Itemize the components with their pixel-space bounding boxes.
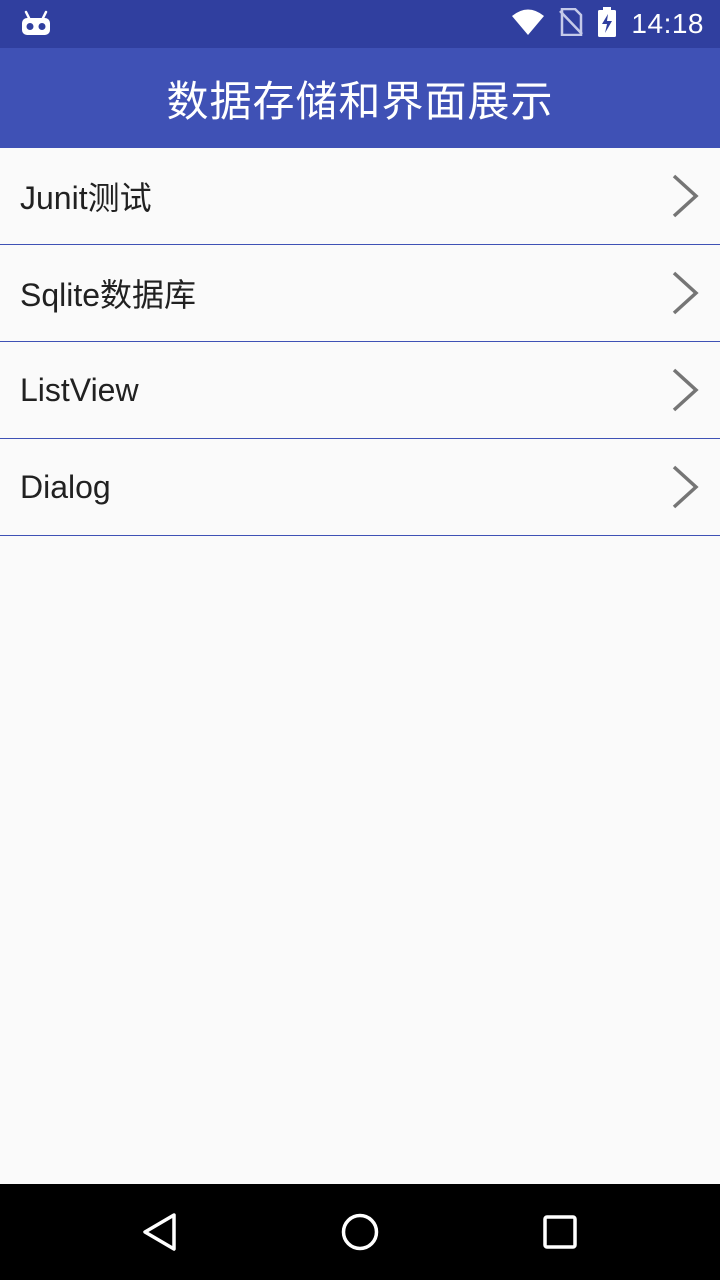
home-icon[interactable] bbox=[340, 1212, 380, 1252]
battery-charging-icon bbox=[597, 7, 617, 41]
status-icons: 14:18 bbox=[511, 0, 704, 48]
wifi-icon bbox=[511, 9, 545, 39]
no-sim-icon bbox=[559, 7, 584, 40]
list-item-label: ListView bbox=[20, 371, 139, 408]
status-bar: 14:18 bbox=[0, 0, 720, 48]
list-item-dialog[interactable]: Dialog bbox=[0, 439, 720, 536]
app-bar: 数据存储和界面展示 bbox=[0, 48, 720, 148]
page-title: 数据存储和界面展示 bbox=[166, 76, 554, 126]
list-item-sqlite[interactable]: Sqlite数据库 bbox=[0, 245, 720, 342]
android-debug-icon bbox=[20, 10, 52, 38]
chevron-right-icon bbox=[668, 270, 702, 316]
recents-icon[interactable] bbox=[540, 1212, 580, 1252]
list-item-label: Dialog bbox=[20, 468, 111, 505]
status-time: 14:18 bbox=[631, 8, 704, 39]
chevron-right-icon bbox=[668, 173, 702, 219]
list-item-listview[interactable]: ListView bbox=[0, 342, 720, 439]
navigation-bar bbox=[0, 1184, 720, 1280]
menu-list: Junit测试 Sqlite数据库 ListView Dialog bbox=[0, 148, 720, 536]
list-item-label: Junit测试 bbox=[20, 180, 152, 216]
screen: 14:18 数据存储和界面展示 Junit测试 Sqlite数据库 ListVi… bbox=[0, 0, 720, 1280]
chevron-right-icon bbox=[668, 367, 702, 413]
list-item-junit[interactable]: Junit测试 bbox=[0, 148, 720, 245]
chevron-right-icon bbox=[668, 464, 702, 510]
list-item-label: Sqlite数据库 bbox=[20, 277, 197, 313]
back-icon[interactable] bbox=[140, 1212, 180, 1252]
